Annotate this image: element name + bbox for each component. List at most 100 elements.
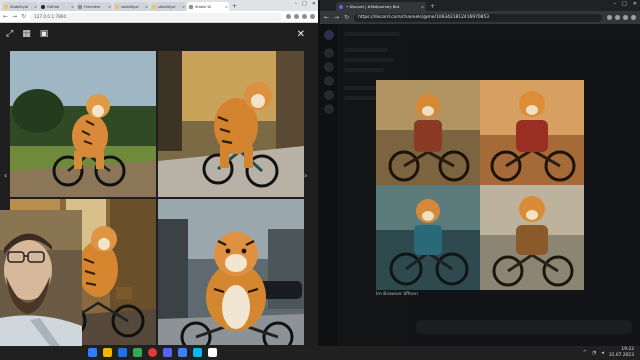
gallery-close-button[interactable]: ✕ — [297, 30, 305, 40]
left-address-bar: ← → ↻ 127.0.0.1:7860 — [0, 11, 318, 23]
window-controls: – □ ✕ — [295, 1, 316, 7]
desktop: StabilityAI × GitHub × Freeview × stabil… — [0, 0, 640, 360]
clock[interactable]: 19:22 31.07.2023 — [609, 347, 634, 358]
message-input[interactable] — [416, 320, 632, 334]
network-icon[interactable]: ◔ — [592, 350, 596, 356]
chrome-icon[interactable] — [148, 348, 157, 357]
app-icon[interactable] — [208, 348, 217, 357]
mj-image-2[interactable] — [480, 80, 584, 185]
tiger-rider-bicycle-image — [480, 185, 584, 290]
tab-freeview[interactable]: Freeview × — [76, 2, 112, 11]
gallery-next-button[interactable]: › — [304, 171, 307, 180]
tab-label: Freeview — [84, 4, 100, 9]
gallery-image-tiger-grass[interactable] — [10, 51, 156, 197]
dm-list-item[interactable] — [344, 68, 384, 72]
tab-close-icon[interactable]: × — [182, 5, 186, 9]
tab-close-icon[interactable]: × — [145, 5, 149, 9]
grid-icon[interactable]: ▦ — [22, 30, 31, 39]
tab-discord[interactable]: • Discord | #Midjourney Bot × — [336, 2, 426, 11]
window-controls: – □ ✕ — [614, 1, 637, 7]
gallery-image-tiger-city[interactable] — [158, 199, 304, 345]
chevron-up-icon[interactable]: ^ — [583, 350, 587, 356]
tab-close-icon[interactable]: × — [108, 5, 112, 9]
right-address-bar: ← → ↻ https://discord.com/channels/@me/1… — [320, 11, 640, 24]
dm-list-item[interactable] — [344, 58, 394, 62]
tab-stable-diffusion[interactable]: Stable Di × — [187, 2, 229, 11]
edge-icon[interactable] — [178, 348, 187, 357]
server-icon[interactable] — [324, 62, 334, 72]
start-icon[interactable] — [88, 348, 97, 357]
forward-icon[interactable]: → — [12, 13, 17, 20]
tab-close-icon[interactable]: × — [421, 4, 426, 9]
discord-icon[interactable] — [163, 348, 172, 357]
left-tab-bar: StabilityAI × GitHub × Freeview × stabil… — [0, 0, 318, 11]
tab-github[interactable]: GitHub × — [39, 2, 75, 11]
app-icon[interactable] — [193, 348, 202, 357]
open-in-browser-link[interactable]: Im Browser öffnen — [376, 292, 418, 297]
url-input[interactable]: https://discord.com/channels/@me/1063421… — [354, 13, 602, 22]
system-tray: ^ ◔ ◂ 19:22 31.07.2023 — [583, 347, 634, 358]
close-window-icon[interactable]: ✕ — [312, 1, 316, 7]
mj-image-4[interactable] — [480, 185, 584, 290]
back-icon[interactable]: ← — [3, 13, 8, 20]
tab-close-icon[interactable]: × — [225, 5, 229, 9]
server-icon[interactable] — [324, 48, 334, 58]
extension-icon[interactable] — [615, 15, 620, 20]
minimize-icon[interactable]: – — [614, 1, 617, 7]
server-icon[interactable] — [324, 90, 334, 100]
maximize-icon[interactable]: □ — [622, 1, 627, 7]
new-tab-button[interactable]: + — [430, 2, 435, 11]
extension-icon[interactable] — [623, 15, 628, 20]
discord-icon — [339, 4, 343, 9]
tab-label: Stable Di — [195, 4, 212, 9]
url-input[interactable]: 127.0.0.1:7860 — [30, 12, 282, 21]
extension-icon[interactable] — [294, 14, 299, 19]
mj-image-1[interactable] — [376, 80, 480, 185]
expand-icon[interactable]: ⤢ — [6, 30, 13, 39]
extension-icon[interactable] — [302, 14, 307, 19]
new-tab-button[interactable]: + — [232, 2, 237, 11]
back-icon[interactable]: ← — [324, 14, 329, 21]
profile-icon[interactable] — [631, 15, 636, 20]
gallery-image-tiger-street[interactable] — [158, 51, 304, 197]
minimize-icon[interactable]: – — [295, 1, 298, 7]
gallery-prev-button[interactable]: ‹ — [4, 171, 7, 180]
tiger-rider-motorcycle-image — [376, 80, 480, 185]
dm-list-item[interactable] — [344, 48, 388, 52]
file-explorer-icon[interactable] — [103, 348, 112, 357]
reload-icon[interactable]: ↻ — [21, 13, 26, 20]
maximize-icon[interactable]: □ — [302, 1, 307, 7]
clock-date: 31.07.2023 — [608, 352, 634, 358]
right-tab-bar: • Discord | #Midjourney Bot × + – □ ✕ — [320, 0, 640, 11]
save-icon[interactable]: ▣ — [40, 30, 49, 39]
search-conversation-bar[interactable] — [344, 32, 400, 36]
extensions-bar — [607, 15, 636, 20]
tab-stabilityai[interactable]: StabilityAI × — [2, 2, 38, 11]
app-icon[interactable] — [133, 348, 142, 357]
url-text: https://discord.com/channels/@me/1063421… — [358, 15, 490, 20]
channel-header — [408, 24, 640, 40]
extension-icon[interactable] — [286, 14, 291, 19]
forward-icon[interactable]: → — [334, 14, 339, 21]
volume-icon[interactable]: ◂ — [601, 350, 604, 356]
profile-icon[interactable] — [310, 14, 315, 19]
tab-favicon-icon — [189, 4, 193, 9]
right-browser-window: • Discord | #Midjourney Bot × + – □ ✕ ← … — [320, 0, 640, 346]
tab-close-icon[interactable]: × — [34, 5, 38, 9]
midjourney-image-grid[interactable] — [376, 80, 584, 290]
discord-home-icon[interactable] — [324, 30, 334, 40]
extension-icon[interactable] — [607, 15, 612, 20]
gallery-toolbar: ⤢ ▦ ▣ — [6, 30, 48, 39]
webcam-overlay — [0, 210, 82, 346]
tab-stabilityai-3[interactable]: stabilityai × — [150, 2, 186, 11]
server-icon[interactable] — [324, 76, 334, 86]
app-icon[interactable] — [118, 348, 127, 357]
taskbar-app-icons — [88, 348, 217, 357]
server-icon[interactable] — [324, 104, 334, 114]
tab-close-icon[interactable]: × — [71, 5, 75, 9]
tab-stabilityai-2[interactable]: stabilityai × — [113, 2, 149, 11]
server-list — [320, 24, 338, 346]
mj-image-3[interactable] — [376, 185, 480, 290]
reload-icon[interactable]: ↻ — [344, 14, 349, 21]
close-window-icon[interactable]: ✕ — [633, 1, 637, 7]
